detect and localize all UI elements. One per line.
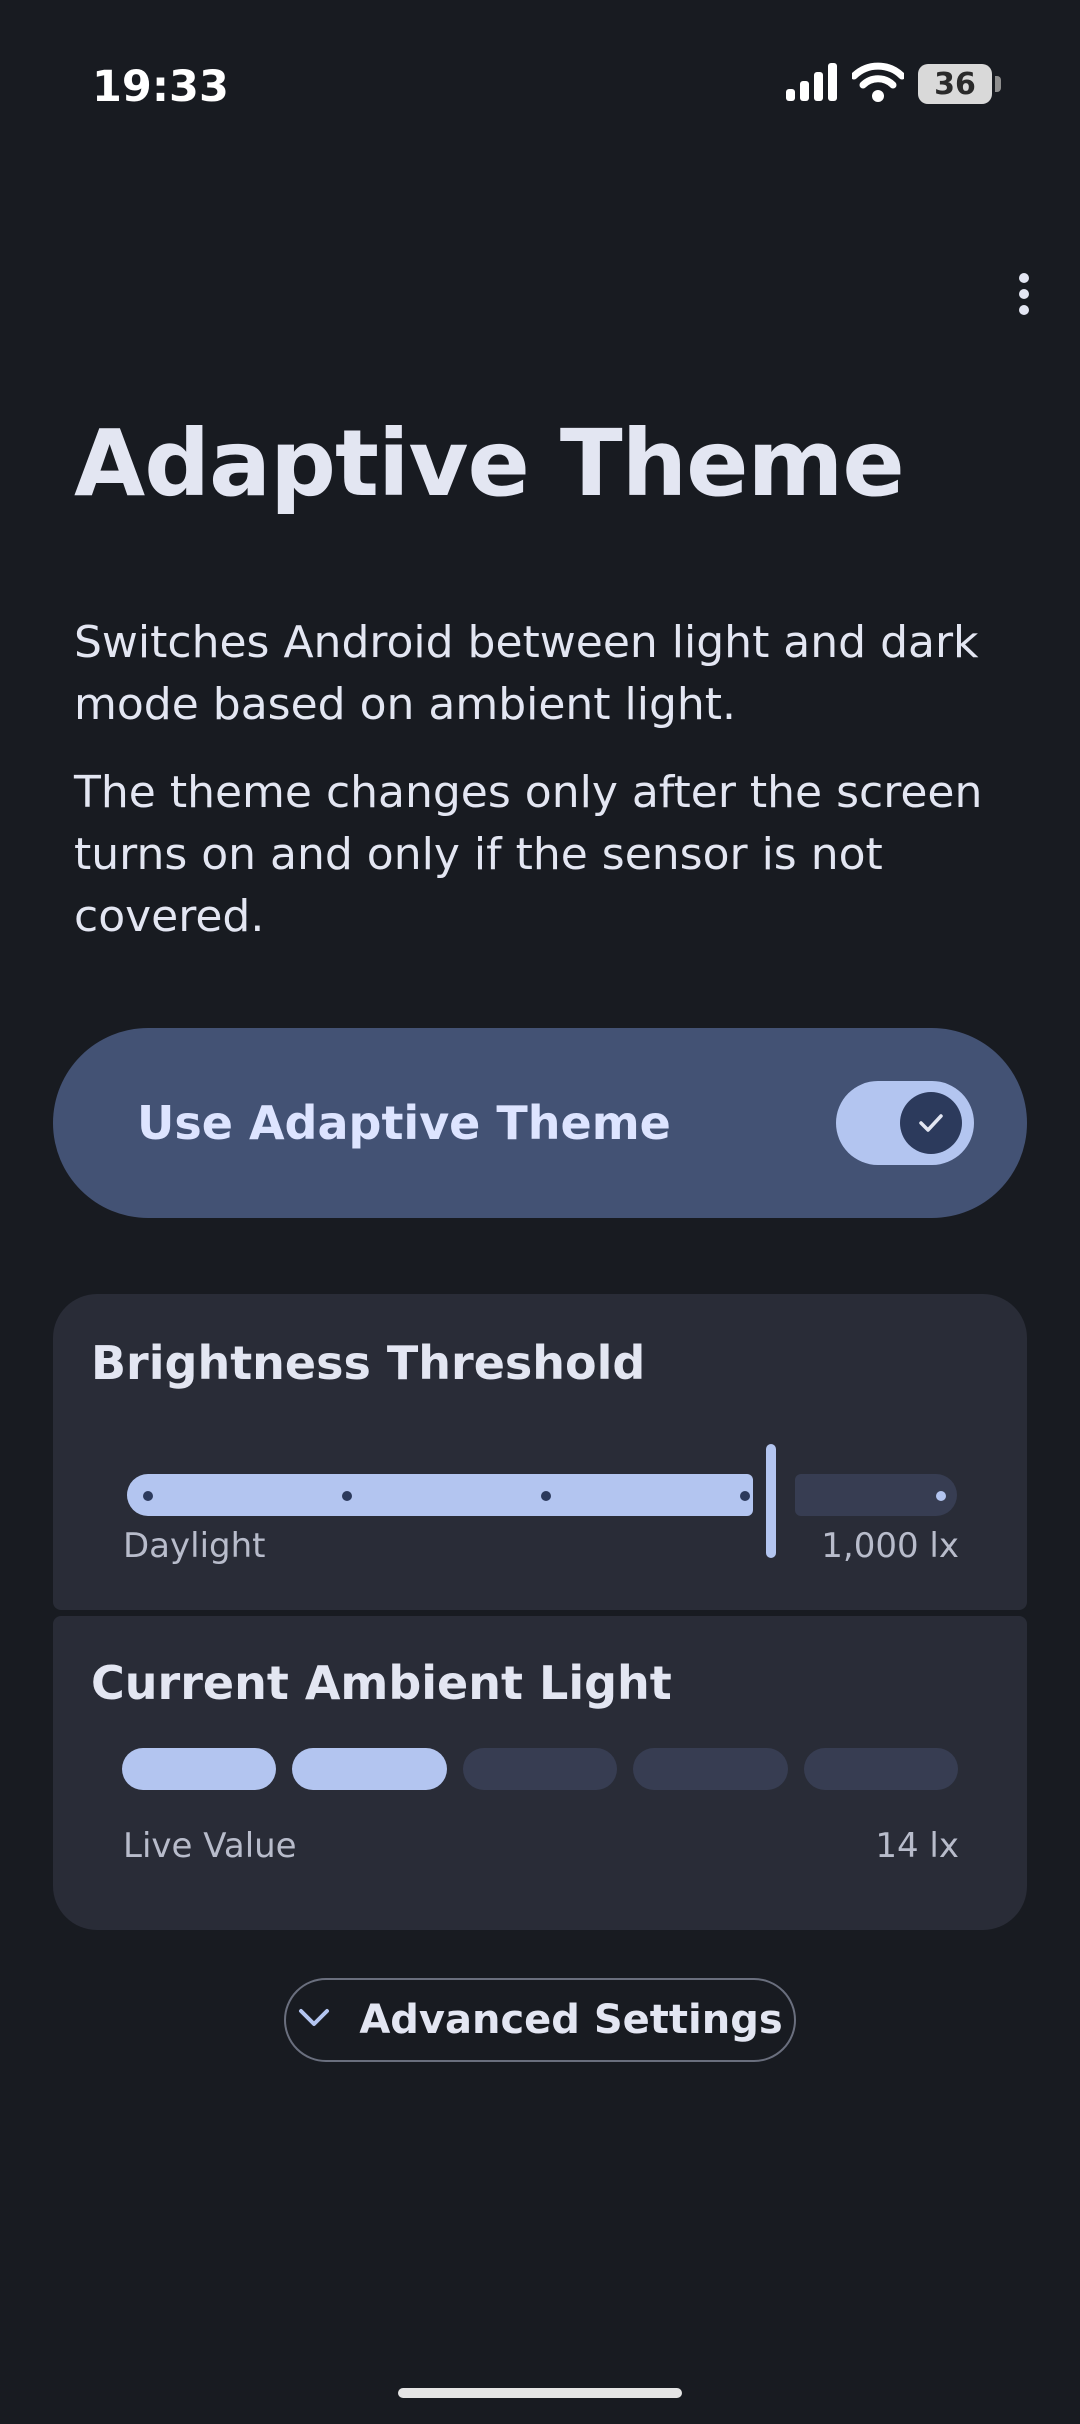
wifi-icon [850, 62, 906, 106]
battery-icon: 36 [918, 64, 1001, 104]
ambient-light-meter [122, 1748, 959, 1790]
ambient-meter-segment [292, 1748, 447, 1790]
threshold-labels: Daylight 1,000 lx [123, 1526, 959, 1566]
description-primary: Switches Android between light and dark … [74, 617, 979, 730]
chevron-down-icon [297, 2007, 331, 2033]
slider-inactive-track [795, 1474, 957, 1516]
use-adaptive-theme-switch[interactable] [836, 1081, 974, 1165]
home-gesture-bar[interactable] [398, 2388, 682, 2398]
ambient-value: 14 lx [875, 1826, 959, 1866]
check-icon [919, 1114, 943, 1132]
threshold-label-left: Daylight [123, 1526, 266, 1566]
switch-knob [900, 1092, 962, 1154]
toggle-label: Use Adaptive Theme [137, 1096, 671, 1150]
ambient-label-left: Live Value [123, 1826, 297, 1866]
status-time: 19:33 [92, 62, 229, 112]
advanced-settings-label: Advanced Settings [359, 1997, 783, 2043]
more-vert-icon[interactable] [992, 262, 1056, 326]
ambient-light-card: Current Ambient Light Live Value 14 lx [53, 1616, 1027, 1930]
status-icons: 36 [786, 62, 1001, 106]
brightness-threshold-title: Brightness Threshold [91, 1336, 646, 1390]
ambient-meter-segment [462, 1748, 618, 1790]
ambient-meter-segment [803, 1748, 959, 1790]
advanced-settings-button[interactable]: Advanced Settings [284, 1978, 796, 2062]
use-adaptive-theme-toggle-card[interactable]: Use Adaptive Theme [53, 1028, 1027, 1218]
slider-step-tick [936, 1491, 946, 1501]
ambient-labels: Live Value 14 lx [123, 1826, 959, 1866]
ambient-meter-segment [122, 1748, 277, 1790]
battery-level: 36 [934, 66, 976, 102]
slider-step-tick [541, 1491, 551, 1501]
brightness-threshold-slider[interactable] [127, 1438, 957, 1558]
ambient-light-title: Current Ambient Light [91, 1656, 672, 1710]
page-title: Adaptive Theme [74, 410, 905, 517]
slider-step-tick [740, 1491, 750, 1501]
slider-active-track [127, 1474, 753, 1516]
slider-step-tick [342, 1491, 352, 1501]
signal-icon [786, 63, 838, 105]
slider-step-tick [143, 1491, 153, 1501]
brightness-threshold-card: Brightness Threshold Daylight 1,000 lx [53, 1294, 1027, 1610]
ambient-meter-segment [633, 1748, 788, 1790]
threshold-value: 1,000 lx [821, 1526, 959, 1566]
description-secondary: The theme changes only after the screen … [74, 767, 983, 942]
